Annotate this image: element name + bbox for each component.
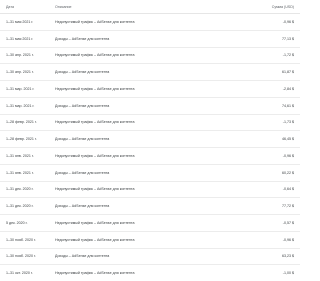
row-description: Доходы – AdSense для контента bbox=[55, 70, 110, 75]
table-row: 1–31 мар. 2021 г. Доходы – AdSense для ко… bbox=[0, 98, 300, 115]
row-description: Недопустимый трафик – AdSense для контен… bbox=[55, 86, 135, 91]
table-row: 1–30 апр. 2021 г. Доходы – AdSense для ко… bbox=[0, 64, 300, 81]
row-date: 1–30 апр. 2021 г. bbox=[6, 70, 34, 75]
table-row: 5 дек. 2020 г. Недопустимый трафик – AdSe… bbox=[0, 215, 300, 232]
table-row: 1–28 февр. 2021 г. Доходы – AdSense для к… bbox=[0, 131, 300, 148]
row-date: 1–30 апр. 2021 г. bbox=[6, 53, 34, 58]
table-row: 1–31 мар. 2021 г. Недопустимый трафик – A… bbox=[0, 81, 300, 98]
row-amount: 60,22 $ bbox=[282, 170, 294, 175]
row-description: Недопустимый трафик – AdSense для контен… bbox=[55, 271, 135, 276]
table-row: 1–31 дек. 2020 г. Недопустимый трафик – A… bbox=[0, 182, 300, 199]
row-description: Доходы – AdSense для контента bbox=[55, 36, 110, 41]
table-row: 1–31 дек. 2020 г. Доходы – AdSense для ко… bbox=[0, 198, 300, 215]
row-date: 1–31 мая 2021 г. bbox=[6, 36, 34, 41]
row-date: 1–31 окт. 2020 г. bbox=[6, 271, 33, 276]
row-description: Доходы – AdSense для контента bbox=[55, 254, 110, 259]
row-amount: 46,45 $ bbox=[282, 137, 294, 142]
table-row: 1–31 мая 2021 г. Доходы – AdSense для кон… bbox=[0, 31, 300, 48]
row-description: Доходы – AdSense для контента bbox=[55, 137, 110, 142]
row-amount: -1,72 $ bbox=[282, 53, 294, 58]
row-amount: -2,84 $ bbox=[282, 86, 294, 91]
row-amount: 63,23 $ bbox=[282, 254, 294, 259]
table-body: 1–31 мая 2021 г. Недопустимый трафик – Ad… bbox=[0, 14, 300, 281]
table-row: 1–30 нояб. 2020 г. Доходы – AdSense для к… bbox=[0, 249, 300, 266]
table-row: 1–31 окт. 2020 г. Недопустимый трафик – A… bbox=[0, 265, 300, 281]
row-amount: -0,96 $ bbox=[282, 19, 294, 24]
table-row: 1–31 мая 2021 г. Недопустимый трафик – Ad… bbox=[0, 14, 300, 31]
row-amount: -1,73 $ bbox=[282, 120, 294, 125]
row-date: 1–31 янв. 2021 г. bbox=[6, 170, 34, 175]
row-date: 1–30 нояб. 2020 г. bbox=[6, 254, 36, 259]
row-amount: -1,00 $ bbox=[282, 271, 294, 276]
row-description: Доходы – AdSense для контента bbox=[55, 204, 110, 209]
row-description: Доходы – AdSense для контента bbox=[55, 170, 110, 175]
table-row: 1–30 нояб. 2020 г. Недопустимый трафик – … bbox=[0, 232, 300, 249]
table-row: 1–31 янв. 2021 г. Недопустимый трафик – A… bbox=[0, 148, 300, 165]
row-description: Недопустимый трафик – AdSense для контен… bbox=[55, 237, 135, 242]
row-date: 1–31 дек. 2020 г. bbox=[6, 204, 34, 209]
row-date: 1–31 янв. 2021 г. bbox=[6, 153, 34, 158]
row-date: 1–31 мар. 2021 г. bbox=[6, 103, 35, 108]
table-row: 1–30 апр. 2021 г. Недопустимый трафик – A… bbox=[0, 48, 300, 65]
table-header: Дата Описание Сумма (USD) bbox=[0, 0, 300, 14]
table-row: 1–28 февр. 2021 г. Недопустимый трафик – … bbox=[0, 115, 300, 132]
row-date: 1–30 нояб. 2020 г. bbox=[6, 237, 36, 242]
row-description: Недопустимый трафик – AdSense для контен… bbox=[55, 153, 135, 158]
row-description: Недопустимый трафик – AdSense для контен… bbox=[55, 187, 135, 192]
row-description: Доходы – AdSense для контента bbox=[55, 103, 110, 108]
header-amount: Сумма (USD) bbox=[271, 4, 294, 9]
row-description: Недопустимый трафик – AdSense для контен… bbox=[55, 53, 135, 58]
row-description: Недопустимый трафик – AdSense для контен… bbox=[55, 220, 135, 225]
row-date: 1–31 дек. 2020 г. bbox=[6, 187, 34, 192]
row-date: 1–31 мар. 2021 г. bbox=[6, 86, 35, 91]
row-amount: -0,64 $ bbox=[282, 187, 294, 192]
row-description: Недопустимый трафик – AdSense для контен… bbox=[55, 19, 135, 24]
header-description: Описание bbox=[55, 4, 72, 9]
row-amount: 77,13 $ bbox=[282, 36, 294, 41]
row-amount: -0,96 $ bbox=[282, 153, 294, 158]
row-description: Недопустимый трафик – AdSense для контен… bbox=[55, 120, 135, 125]
row-amount: 61,87 $ bbox=[282, 70, 294, 75]
transactions-table: Дата Описание Сумма (USD) 1–31 мая 2021 … bbox=[0, 0, 300, 275]
row-amount: 77,72 $ bbox=[282, 204, 294, 209]
header-date: Дата bbox=[6, 4, 14, 9]
row-amount: -0,96 $ bbox=[282, 237, 294, 242]
row-date: 1–28 февр. 2021 г. bbox=[6, 137, 37, 142]
row-amount: 74,61 $ bbox=[282, 103, 294, 108]
row-date: 1–28 февр. 2021 г. bbox=[6, 120, 37, 125]
row-date: 1–31 мая 2021 г. bbox=[6, 19, 34, 24]
row-amount: -0,57 $ bbox=[282, 220, 294, 225]
table-row: 1–31 янв. 2021 г. Доходы – AdSense для ко… bbox=[0, 165, 300, 182]
row-date: 5 дек. 2020 г. bbox=[6, 220, 28, 225]
